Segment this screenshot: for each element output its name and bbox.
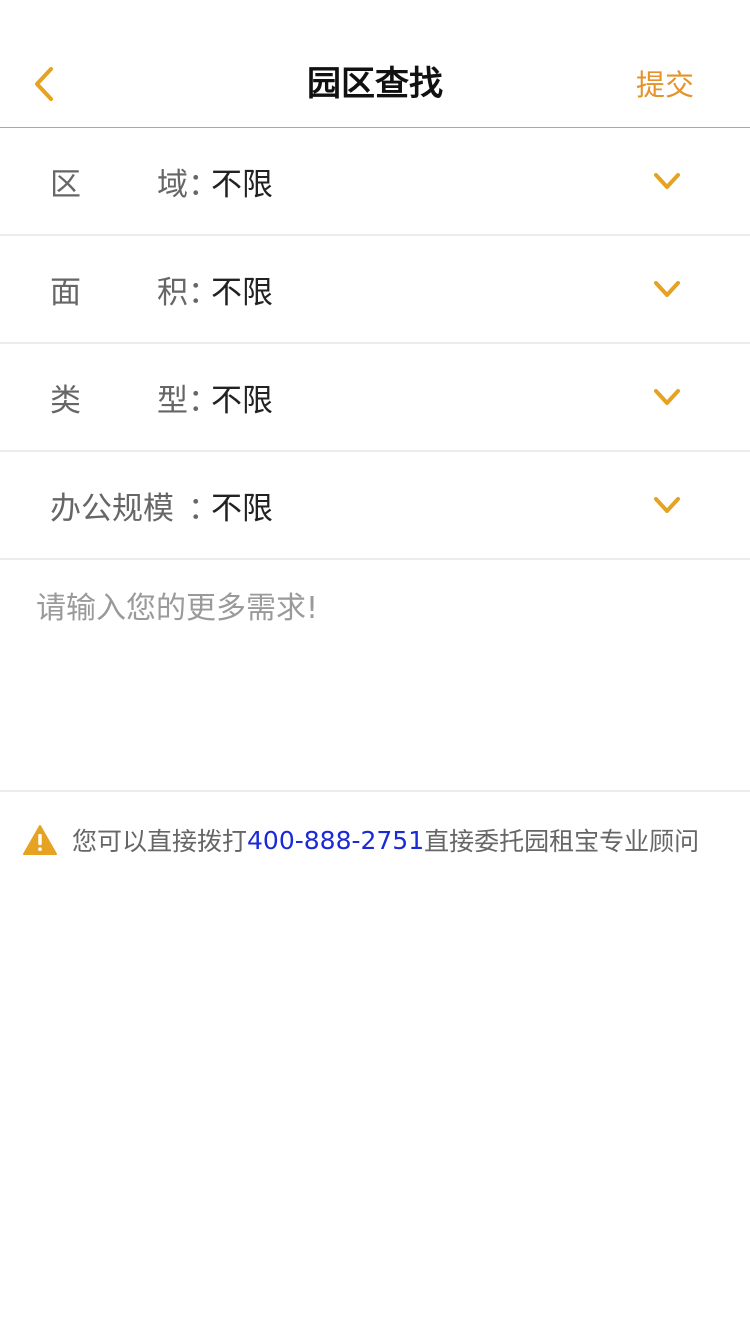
filter-label: 面 积 ： [50, 236, 219, 342]
filter-list: 区 域 ： 不限 面 积 ： 不限 类 型 ： 不限 办公规模 ： 不限 [0, 128, 750, 560]
chevron-down-icon [654, 281, 680, 297]
filter-label-char: 积 [157, 274, 188, 311]
requirements-section [0, 560, 750, 792]
filter-row-type[interactable]: 类 型 ： 不限 [0, 344, 750, 452]
filter-label-char: 类 [50, 382, 81, 419]
filter-value: 不限 [211, 166, 273, 203]
filter-label-colon: ： [188, 490, 219, 527]
contact-notice: 您可以直接拨打 400-888-2751 直接委托园租宝专业顾问 [22, 818, 738, 862]
chevron-down-icon [654, 173, 680, 189]
requirements-input[interactable] [36, 582, 726, 772]
filter-row-region[interactable]: 区 域 ： 不限 [0, 128, 750, 236]
phone-link[interactable]: 400-888-2751 [247, 826, 424, 855]
submit-button[interactable]: 提交 [636, 62, 694, 108]
filter-label-char: 区 [50, 166, 81, 203]
filter-value: 不限 [211, 382, 273, 419]
filter-label: 办公规模 ： [50, 452, 219, 558]
filter-label-colon: ： [188, 382, 219, 419]
filter-value: 不限 [211, 490, 273, 527]
filter-row-area[interactable]: 面 积 ： 不限 [0, 236, 750, 344]
nav-bar: 园区查找 提交 [0, 0, 750, 128]
filter-label-char: 域 [157, 166, 188, 203]
filter-label: 区 域 ： [50, 128, 219, 234]
filter-label-char: 面 [50, 274, 81, 311]
filter-value: 不限 [211, 274, 273, 311]
notice-prefix: 您可以直接拨打 [72, 827, 248, 856]
filter-label-text: 办公规模 [50, 490, 174, 527]
filter-row-office-scale[interactable]: 办公规模 ： 不限 [0, 452, 750, 560]
filter-label: 类 型 ： [50, 344, 219, 450]
filter-label-colon: ： [188, 166, 219, 203]
warning-icon [23, 825, 57, 855]
filter-label-char: 型 [157, 382, 188, 419]
filter-label-colon: ： [188, 274, 219, 311]
chevron-down-icon [654, 497, 680, 513]
chevron-down-icon [654, 389, 680, 405]
notice-suffix: 直接委托园租宝专业顾问 [424, 827, 700, 856]
